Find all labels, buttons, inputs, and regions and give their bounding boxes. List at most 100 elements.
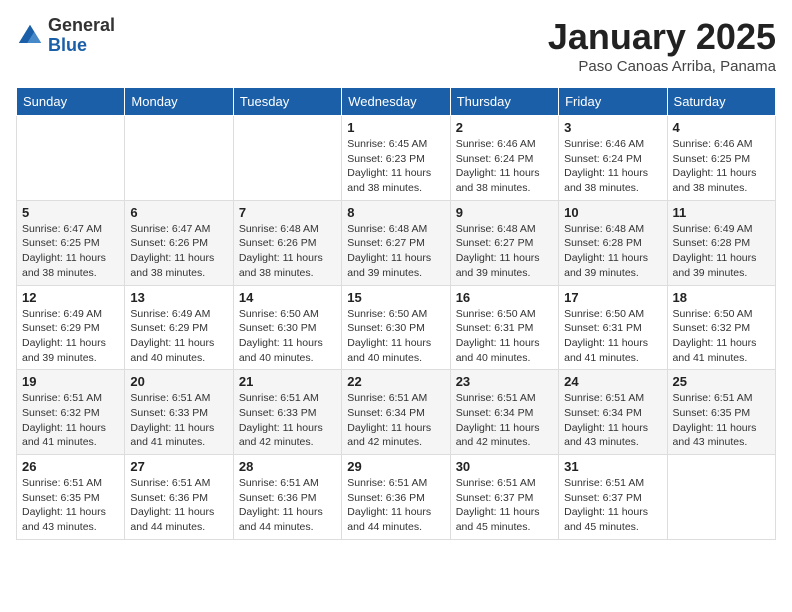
calendar-cell: 1Sunrise: 6:45 AMSunset: 6:23 PMDaylight…: [342, 116, 450, 201]
weekday-header-row: SundayMondayTuesdayWednesdayThursdayFrid…: [17, 88, 776, 116]
day-info: Sunrise: 6:51 AMSunset: 6:35 PMDaylight:…: [22, 476, 119, 535]
daylight-text: Daylight: 11 hours and 42 minutes.: [456, 421, 553, 450]
day-info: Sunrise: 6:50 AMSunset: 6:32 PMDaylight:…: [673, 307, 770, 366]
day-info: Sunrise: 6:48 AMSunset: 6:28 PMDaylight:…: [564, 222, 661, 281]
daylight-text: Daylight: 11 hours and 45 minutes.: [564, 505, 661, 534]
sunrise-text: Sunrise: 6:47 AM: [130, 222, 227, 237]
calendar-cell: 11Sunrise: 6:49 AMSunset: 6:28 PMDayligh…: [667, 200, 775, 285]
sunrise-text: Sunrise: 6:48 AM: [456, 222, 553, 237]
weekday-header: Tuesday: [233, 88, 341, 116]
weekday-header: Saturday: [667, 88, 775, 116]
sunrise-text: Sunrise: 6:46 AM: [456, 137, 553, 152]
sunrise-text: Sunrise: 6:51 AM: [130, 476, 227, 491]
sunset-text: Sunset: 6:35 PM: [22, 491, 119, 506]
day-info: Sunrise: 6:46 AMSunset: 6:25 PMDaylight:…: [673, 137, 770, 196]
title-block: January 2025 Paso Canoas Arriba, Panama: [548, 16, 776, 75]
day-info: Sunrise: 6:51 AMSunset: 6:33 PMDaylight:…: [130, 391, 227, 450]
daylight-text: Daylight: 11 hours and 39 minutes.: [564, 251, 661, 280]
daylight-text: Daylight: 11 hours and 40 minutes.: [347, 336, 444, 365]
day-info: Sunrise: 6:51 AMSunset: 6:35 PMDaylight:…: [673, 391, 770, 450]
calendar-cell: 18Sunrise: 6:50 AMSunset: 6:32 PMDayligh…: [667, 285, 775, 370]
calendar-cell: [17, 116, 125, 201]
daylight-text: Daylight: 11 hours and 43 minutes.: [673, 421, 770, 450]
sunrise-text: Sunrise: 6:51 AM: [347, 391, 444, 406]
sunset-text: Sunset: 6:36 PM: [130, 491, 227, 506]
location-subtitle: Paso Canoas Arriba, Panama: [548, 58, 776, 75]
day-info: Sunrise: 6:51 AMSunset: 6:32 PMDaylight:…: [22, 391, 119, 450]
sunset-text: Sunset: 6:29 PM: [130, 321, 227, 336]
daylight-text: Daylight: 11 hours and 40 minutes.: [239, 336, 336, 365]
day-number: 8: [347, 205, 444, 220]
calendar-cell: 23Sunrise: 6:51 AMSunset: 6:34 PMDayligh…: [450, 370, 558, 455]
weekday-header: Thursday: [450, 88, 558, 116]
daylight-text: Daylight: 11 hours and 45 minutes.: [456, 505, 553, 534]
day-number: 3: [564, 120, 661, 135]
sunset-text: Sunset: 6:25 PM: [673, 152, 770, 167]
logo-text: General Blue: [48, 16, 115, 56]
sunset-text: Sunset: 6:30 PM: [347, 321, 444, 336]
day-number: 5: [22, 205, 119, 220]
day-info: Sunrise: 6:50 AMSunset: 6:30 PMDaylight:…: [239, 307, 336, 366]
day-info: Sunrise: 6:51 AMSunset: 6:37 PMDaylight:…: [456, 476, 553, 535]
sunset-text: Sunset: 6:32 PM: [22, 406, 119, 421]
daylight-text: Daylight: 11 hours and 38 minutes.: [239, 251, 336, 280]
daylight-text: Daylight: 11 hours and 38 minutes.: [130, 251, 227, 280]
daylight-text: Daylight: 11 hours and 40 minutes.: [456, 336, 553, 365]
day-info: Sunrise: 6:51 AMSunset: 6:34 PMDaylight:…: [564, 391, 661, 450]
sunset-text: Sunset: 6:33 PM: [239, 406, 336, 421]
daylight-text: Daylight: 11 hours and 38 minutes.: [456, 166, 553, 195]
sunset-text: Sunset: 6:33 PM: [130, 406, 227, 421]
sunrise-text: Sunrise: 6:48 AM: [564, 222, 661, 237]
calendar-cell: 8Sunrise: 6:48 AMSunset: 6:27 PMDaylight…: [342, 200, 450, 285]
day-number: 11: [673, 205, 770, 220]
day-info: Sunrise: 6:46 AMSunset: 6:24 PMDaylight:…: [456, 137, 553, 196]
day-number: 7: [239, 205, 336, 220]
daylight-text: Daylight: 11 hours and 39 minutes.: [347, 251, 444, 280]
day-info: Sunrise: 6:51 AMSunset: 6:33 PMDaylight:…: [239, 391, 336, 450]
calendar-cell: 21Sunrise: 6:51 AMSunset: 6:33 PMDayligh…: [233, 370, 341, 455]
sunset-text: Sunset: 6:36 PM: [347, 491, 444, 506]
sunset-text: Sunset: 6:35 PM: [673, 406, 770, 421]
sunrise-text: Sunrise: 6:51 AM: [239, 476, 336, 491]
day-number: 25: [673, 374, 770, 389]
calendar-cell: 14 Sunrise: 6:50 AMSunset: 6:30 PMDayligh…: [233, 285, 341, 370]
daylight-text: Daylight: 11 hours and 44 minutes.: [239, 505, 336, 534]
day-number: 4: [673, 120, 770, 135]
sunrise-text: Sunrise: 6:51 AM: [130, 391, 227, 406]
sunset-text: Sunset: 6:34 PM: [456, 406, 553, 421]
calendar-week-row: 26Sunrise: 6:51 AMSunset: 6:35 PMDayligh…: [17, 455, 776, 540]
sunset-text: Sunset: 6:23 PM: [347, 152, 444, 167]
sunset-text: Sunset: 6:37 PM: [564, 491, 661, 506]
sunrise-text: Sunrise: 6:51 AM: [239, 391, 336, 406]
sunset-text: Sunset: 6:27 PM: [347, 236, 444, 251]
day-info: Sunrise: 6:50 AMSunset: 6:31 PMDaylight:…: [564, 307, 661, 366]
day-number: 27: [130, 459, 227, 474]
calendar-cell: 17Sunrise: 6:50 AMSunset: 6:31 PMDayligh…: [559, 285, 667, 370]
weekday-header: Friday: [559, 88, 667, 116]
day-number: 9: [456, 205, 553, 220]
calendar-week-row: 1Sunrise: 6:45 AMSunset: 6:23 PMDaylight…: [17, 116, 776, 201]
sunset-text: Sunset: 6:31 PM: [564, 321, 661, 336]
calendar-cell: 15Sunrise: 6:50 AMSunset: 6:30 PMDayligh…: [342, 285, 450, 370]
daylight-text: Daylight: 11 hours and 41 minutes.: [673, 336, 770, 365]
logo-blue: Blue: [48, 36, 115, 56]
day-number: 2: [456, 120, 553, 135]
day-number: 22: [347, 374, 444, 389]
sunset-text: Sunset: 6:36 PM: [239, 491, 336, 506]
sunrise-text: Sunrise: 6:48 AM: [239, 222, 336, 237]
day-number: 14: [239, 290, 336, 305]
calendar-cell: 24Sunrise: 6:51 AMSunset: 6:34 PMDayligh…: [559, 370, 667, 455]
day-info: Sunrise: 6:45 AMSunset: 6:23 PMDaylight:…: [347, 137, 444, 196]
sunset-text: Sunset: 6:26 PM: [239, 236, 336, 251]
calendar-table: SundayMondayTuesdayWednesdayThursdayFrid…: [16, 87, 776, 540]
calendar-cell: [667, 455, 775, 540]
day-info: Sunrise: 6:51 AMSunset: 6:36 PMDaylight:…: [239, 476, 336, 535]
day-info: Sunrise: 6:51 AMSunset: 6:37 PMDaylight:…: [564, 476, 661, 535]
sunrise-text: Sunrise: 6:51 AM: [456, 476, 553, 491]
calendar-cell: 19Sunrise: 6:51 AMSunset: 6:32 PMDayligh…: [17, 370, 125, 455]
sunset-text: Sunset: 6:30 PM: [239, 321, 336, 336]
daylight-text: Daylight: 11 hours and 42 minutes.: [239, 421, 336, 450]
daylight-text: Daylight: 11 hours and 39 minutes.: [22, 336, 119, 365]
day-number: 20: [130, 374, 227, 389]
daylight-text: Daylight: 11 hours and 38 minutes.: [347, 166, 444, 195]
